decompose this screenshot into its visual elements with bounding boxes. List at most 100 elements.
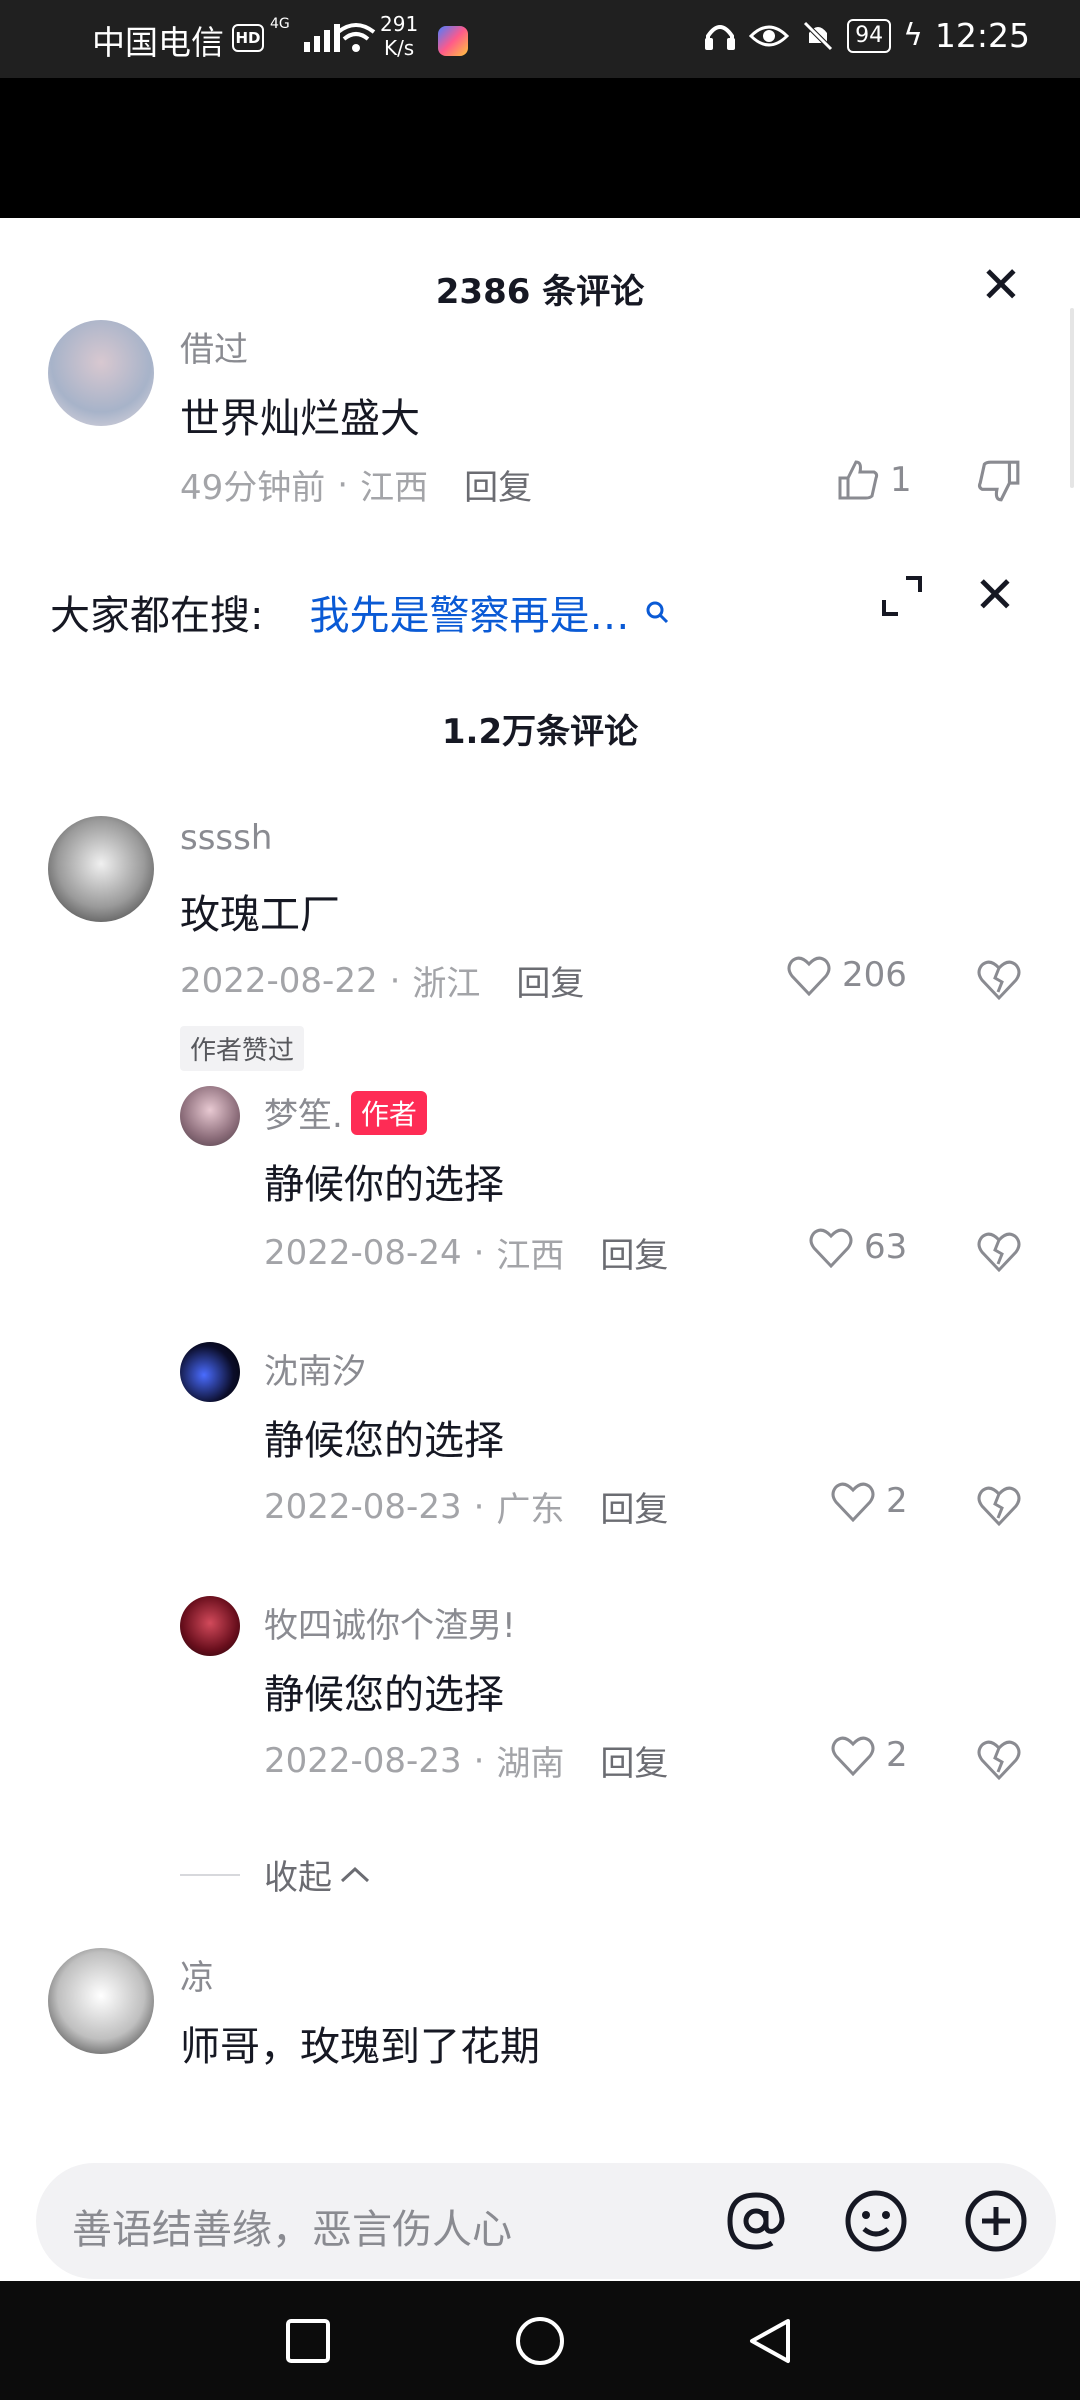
clock: 12:25 — [934, 16, 1030, 55]
like-count: 2 — [886, 1735, 908, 1775]
collapse-replies-button[interactable]: 收起 — [180, 1850, 370, 1899]
avatar[interactable] — [180, 1342, 240, 1402]
eye-icon — [749, 25, 790, 46]
reply-text: 静候您的选择 — [264, 1418, 504, 1464]
divider — [180, 1873, 240, 1876]
home-icon[interactable] — [514, 2315, 566, 2367]
author-badge: 作者 — [350, 1090, 427, 1135]
broken-heart-icon[interactable] — [976, 1736, 1022, 1782]
like-button[interactable]: 2 — [830, 1734, 908, 1776]
like-count: 2 — [886, 1481, 908, 1521]
reply-button[interactable]: 回复 — [600, 1736, 668, 1785]
avatar[interactable] — [48, 1948, 154, 2054]
author-liked-tag: 作者赞过 — [180, 1026, 305, 1071]
reply-meta: 2022-08-24 · 江西 回复 — [264, 1228, 668, 1277]
mute-bell-icon — [803, 20, 833, 51]
back-icon[interactable] — [744, 2315, 796, 2367]
charging-icon: ϟ — [903, 18, 923, 53]
recents-icon[interactable] — [284, 2317, 332, 2365]
comment-date: 2022-08-22 — [180, 960, 378, 1001]
heart-icon — [831, 1736, 875, 1776]
heart-icon — [809, 1228, 853, 1268]
comment-time: 49分钟前 — [180, 468, 326, 508]
heart-icon — [831, 1482, 875, 1522]
wifi-icon — [336, 23, 376, 52]
comment-input-bar: 善语结善缘，恶言伤人心 — [0, 2153, 1080, 2281]
comment-count-title: 2386 条评论 — [435, 272, 645, 312]
reply-location: 江西 — [496, 1236, 565, 1276]
reply-username[interactable]: 牧四诚你个渣男! — [264, 1598, 516, 1647]
reply-date: 2022-08-23 — [264, 1486, 462, 1527]
comments-sheet: … 2386 条评论 ✕ 借过 世界灿烂盛大 49分钟前 · 江西 回复 1 大… — [0, 218, 1080, 2153]
scroll-indicator[interactable] — [1070, 308, 1074, 488]
app-notification-icon — [438, 26, 468, 56]
reply-date: 2022-08-23 — [264, 1740, 462, 1781]
reply-button[interactable]: 回复 — [600, 1228, 668, 1277]
separator-dot: · — [337, 464, 349, 505]
like-count: 63 — [864, 1227, 908, 1267]
collapse-label: 收起 — [264, 1858, 332, 1898]
hd-badge: HD — [232, 24, 264, 52]
avatar[interactable] — [48, 816, 154, 922]
reply-location: 湖南 — [496, 1744, 565, 1784]
comment-input-placeholder: 善语结善缘，恶言伤人心 — [72, 2207, 512, 2253]
like-button[interactable]: 63 — [808, 1226, 907, 1268]
top-band — [0, 78, 1080, 218]
broken-heart-icon[interactable] — [976, 1482, 1022, 1528]
separator-dot: · — [473, 1740, 485, 1781]
chevron-up-icon — [340, 1866, 370, 1882]
reply-button[interactable]: 回复 — [464, 460, 532, 509]
emoji-icon[interactable] — [840, 2185, 912, 2257]
thumb-up-icon — [838, 460, 879, 500]
reply-username[interactable]: 梦笙. — [264, 1088, 343, 1137]
reply-date: 2022-08-24 — [264, 1232, 462, 1273]
like-count: 1 — [890, 460, 912, 500]
close-icon[interactable]: ✕ — [974, 570, 1016, 620]
carrier-label: 中国电信 — [92, 23, 224, 62]
reply-button[interactable]: 回复 — [600, 1482, 668, 1531]
reply-text: 静候您的选择 — [264, 1672, 504, 1718]
status-bar: 中国电信 HD 4G 291 K/s 94 ϟ 12:25 — [0, 0, 1080, 78]
reply-button[interactable]: 回复 — [516, 956, 584, 1005]
close-icon[interactable]: ✕ — [980, 260, 1022, 310]
like-button[interactable]: 1 — [836, 458, 912, 502]
headphones-icon — [705, 24, 736, 50]
like-button[interactable]: 2 — [830, 1480, 908, 1522]
heart-icon — [787, 956, 831, 996]
avatar[interactable] — [48, 320, 154, 426]
search-term-link[interactable]: 我先是警察再是… — [309, 583, 629, 641]
reply-username[interactable]: 沈南汐 — [264, 1344, 366, 1393]
avatar[interactable] — [180, 1086, 240, 1146]
search-label: 大家都在搜: — [50, 593, 264, 639]
separator-dot: · — [473, 1232, 485, 1273]
comment-location: 江西 — [360, 468, 429, 508]
at-icon[interactable] — [720, 2185, 792, 2257]
thumb-down-icon[interactable] — [976, 458, 1022, 504]
separator-dot: · — [473, 1486, 485, 1527]
broken-heart-icon[interactable] — [976, 956, 1022, 1002]
reply-meta: 2022-08-23 · 广东 回复 — [264, 1482, 668, 1531]
peek-text: … — [140, 218, 170, 223]
comment-meta: 49分钟前 · 江西 回复 — [180, 460, 532, 509]
comment-username[interactable]: ssssh — [180, 818, 272, 858]
reply-text: 静候你的选择 — [264, 1162, 504, 1208]
expand-icon[interactable] — [880, 574, 924, 618]
trending-search[interactable]: 大家都在搜: 我先是警察再是… — [50, 583, 671, 641]
like-button[interactable]: 206 — [786, 954, 907, 996]
search-icon — [646, 601, 669, 624]
plus-circle-icon[interactable] — [960, 2185, 1032, 2257]
comment-text: 师哥，玫瑰到了花期 — [180, 2024, 540, 2070]
comment-text: 世界灿烂盛大 — [180, 396, 420, 442]
comment-username[interactable]: 凉 — [180, 1950, 214, 1999]
comment-location: 浙江 — [412, 964, 481, 1004]
avatar[interactable] — [180, 1596, 240, 1656]
comment-username[interactable]: 借过 — [180, 322, 248, 371]
battery-level: 94 — [847, 18, 892, 53]
reply-location: 广东 — [496, 1490, 565, 1530]
network-type: 4G — [270, 16, 290, 32]
comment-text: 玫瑰工厂 — [180, 892, 340, 938]
broken-heart-icon[interactable] — [976, 1228, 1022, 1274]
reply-meta: 2022-08-23 · 湖南 回复 — [264, 1736, 668, 1785]
like-count: 206 — [842, 955, 907, 995]
network-speed: 291 K/s — [380, 12, 419, 60]
